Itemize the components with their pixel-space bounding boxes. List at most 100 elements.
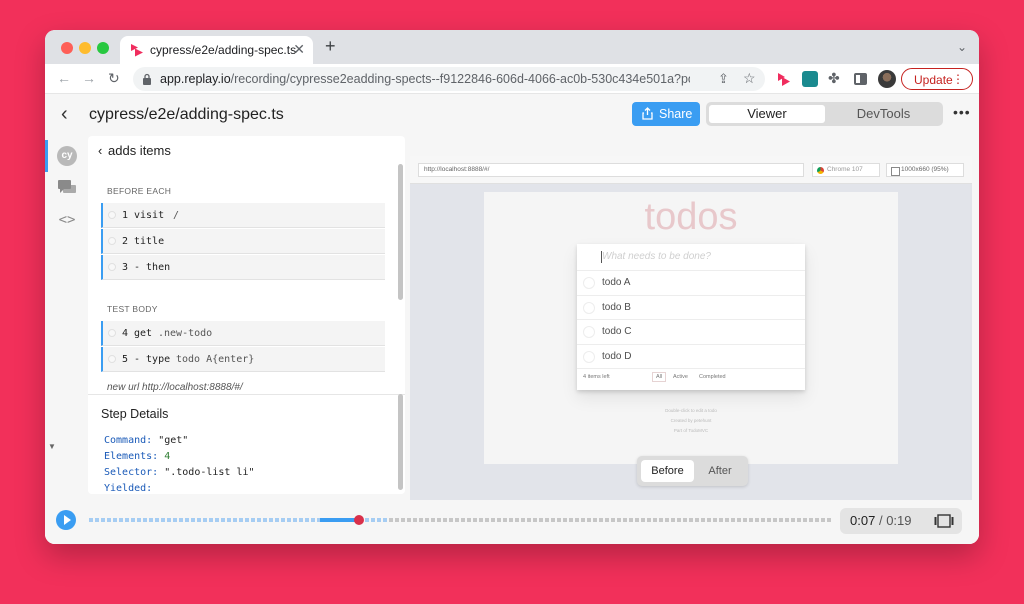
detail-command: Command: "get" bbox=[104, 435, 189, 446]
play-icon[interactable] bbox=[56, 510, 76, 530]
replay-extension-icon[interactable] bbox=[776, 71, 792, 87]
new-url-event: new url http://localhost:8888/#/ bbox=[107, 382, 243, 393]
step-number: 5 bbox=[122, 354, 129, 365]
expand-triangle-icon[interactable]: ▼ bbox=[48, 442, 56, 451]
profile-avatar[interactable] bbox=[878, 70, 896, 88]
cypress-icon[interactable]: cy bbox=[57, 146, 77, 166]
step-details: Step Details Command: "get" Elements: 4 … bbox=[88, 394, 405, 494]
kebab-menu-icon: ⋮ bbox=[952, 72, 964, 86]
step-number: 4 bbox=[122, 328, 129, 339]
info-text: Created by petehunt bbox=[670, 418, 712, 423]
step-dot-icon bbox=[108, 211, 116, 219]
filter-completed[interactable]: Completed bbox=[699, 374, 726, 380]
step-number: 3 bbox=[122, 262, 129, 273]
new-todo-input[interactable]: What needs to be done? bbox=[577, 244, 805, 271]
todo-text: todo C bbox=[602, 326, 632, 337]
todo-footer: 4 items left All Active Completed bbox=[577, 369, 805, 386]
todo-app: What needs to be done? todo A todo B tod… bbox=[577, 244, 805, 390]
back-chevron-icon[interactable]: ‹ bbox=[61, 103, 68, 126]
extensions-puzzle-icon[interactable]: ✤ bbox=[828, 70, 844, 86]
items-left: 4 items left bbox=[583, 374, 610, 380]
playhead[interactable] bbox=[354, 515, 365, 525]
tab-title: cypress/e2e/adding-spec.ts bbox=[150, 43, 297, 57]
step-dot-icon bbox=[108, 329, 116, 337]
browser-tab[interactable]: cypress/e2e/adding-spec.ts ✕ bbox=[120, 36, 313, 64]
todo-text: todo A bbox=[602, 277, 631, 288]
before-after-toggle: Before After bbox=[637, 456, 748, 486]
step-dot-icon bbox=[108, 237, 116, 245]
details-scrollbar[interactable] bbox=[398, 394, 403, 490]
step-argument: .new-todo bbox=[158, 328, 213, 339]
comments-icon[interactable] bbox=[57, 178, 77, 198]
more-options-icon[interactable]: ••• bbox=[953, 104, 971, 120]
address-bar[interactable]: app.replay.io/recording/cypresse2eadding… bbox=[133, 67, 765, 91]
todo-text: todo D bbox=[602, 350, 632, 362]
viewer-browser: Chrome 107 bbox=[812, 163, 880, 177]
new-tab-plus-icon[interactable]: + bbox=[325, 36, 336, 57]
share-label: Share bbox=[659, 107, 693, 121]
code-icon[interactable]: <> bbox=[57, 210, 77, 230]
close-window-button[interactable] bbox=[61, 42, 73, 54]
todo-checkbox[interactable] bbox=[583, 301, 595, 314]
detail-elements: Elements: 4 bbox=[104, 451, 171, 462]
test-body-label: TEST BODY bbox=[107, 304, 158, 314]
share-icon bbox=[642, 107, 653, 120]
info-text: Double-click to edit a todo bbox=[665, 408, 717, 413]
viewer-url: http://localhost:8888/#/ bbox=[418, 163, 804, 177]
detail-selector: Selector: ".todo-list li" bbox=[104, 467, 255, 478]
timeline: 0:07 / 0:19 bbox=[45, 500, 979, 544]
todo-checkbox[interactable] bbox=[583, 326, 595, 338]
todo-item[interactable]: todo D bbox=[577, 345, 805, 369]
tab-bar: cypress/e2e/adding-spec.ts ✕ + ⌄ bbox=[45, 30, 979, 64]
step-details-title: Step Details bbox=[101, 407, 169, 421]
test-title: adds items bbox=[108, 143, 171, 158]
todo-checkbox[interactable] bbox=[583, 350, 595, 363]
time-text: 0:07 / 0:19 bbox=[850, 513, 912, 528]
replay-app: ‹ cypress/e2e/adding-spec.ts Share Viewe… bbox=[45, 94, 979, 544]
tab-viewer[interactable]: Viewer bbox=[709, 105, 825, 123]
share-page-icon[interactable]: ⇪ bbox=[718, 71, 729, 87]
maximize-window-button[interactable] bbox=[97, 42, 109, 54]
timeline-track[interactable] bbox=[89, 515, 833, 525]
tab-close-icon[interactable]: ✕ bbox=[293, 41, 305, 58]
back-to-tests-chevron-icon[interactable]: ‹ bbox=[98, 143, 102, 158]
todo-item[interactable]: todo B bbox=[577, 296, 805, 320]
step-number: 2 bbox=[122, 236, 129, 247]
steps-scrollbar[interactable] bbox=[398, 164, 403, 300]
update-button[interactable]: Update ⋮ bbox=[901, 68, 973, 90]
step-command: - then bbox=[134, 262, 171, 273]
test-steps-panel: ‹ adds items BEFORE EACH 1 visit / 2 tit… bbox=[88, 136, 405, 494]
filter-active[interactable]: Active bbox=[673, 374, 688, 380]
app-under-test: todos What needs to be done? todo A todo… bbox=[484, 192, 898, 464]
reload-icon[interactable]: ↻ bbox=[108, 70, 120, 87]
detail-yielded[interactable]: Yielded: bbox=[104, 483, 152, 494]
browser-toolbar: ← → ↻ app.replay.io/recording/cypresse2e… bbox=[45, 64, 979, 94]
step-row[interactable]: 3 - then bbox=[101, 255, 385, 280]
step-row[interactable]: 5 - type todo A{enter} bbox=[101, 347, 385, 372]
focus-mode-icon[interactable] bbox=[934, 514, 954, 528]
todo-checkbox[interactable] bbox=[583, 277, 595, 289]
time-display: 0:07 / 0:19 bbox=[840, 508, 962, 534]
bookmark-star-icon[interactable]: ☆ bbox=[743, 70, 756, 87]
side-panel-icon[interactable] bbox=[854, 73, 867, 85]
after-button[interactable]: After bbox=[696, 460, 744, 482]
step-row[interactable]: 4 get .new-todo bbox=[101, 321, 385, 346]
viewer-url-bar: http://localhost:8888/#/ Chrome 107 1000… bbox=[410, 156, 972, 184]
tab-devtools[interactable]: DevTools bbox=[827, 105, 940, 123]
todo-item[interactable]: todo C bbox=[577, 320, 805, 345]
extension-teal-icon[interactable] bbox=[802, 71, 818, 87]
tab-search-chevron-icon[interactable]: ⌄ bbox=[957, 40, 967, 54]
minimize-window-button[interactable] bbox=[79, 42, 91, 54]
lock-icon bbox=[143, 73, 151, 85]
step-argument: todo A{enter} bbox=[176, 354, 255, 365]
back-arrow-icon[interactable]: ← bbox=[57, 70, 71, 86]
step-row[interactable]: 2 title bbox=[101, 229, 385, 254]
todo-item[interactable]: todo A bbox=[577, 271, 805, 296]
step-row[interactable]: 1 visit / bbox=[101, 203, 385, 228]
share-button[interactable]: Share bbox=[632, 102, 700, 126]
step-dot-icon bbox=[108, 355, 116, 363]
step-number: 1 bbox=[122, 210, 129, 221]
filter-all[interactable]: All bbox=[652, 372, 667, 382]
before-button[interactable]: Before bbox=[641, 460, 694, 482]
forward-arrow-icon[interactable]: → bbox=[82, 70, 96, 86]
